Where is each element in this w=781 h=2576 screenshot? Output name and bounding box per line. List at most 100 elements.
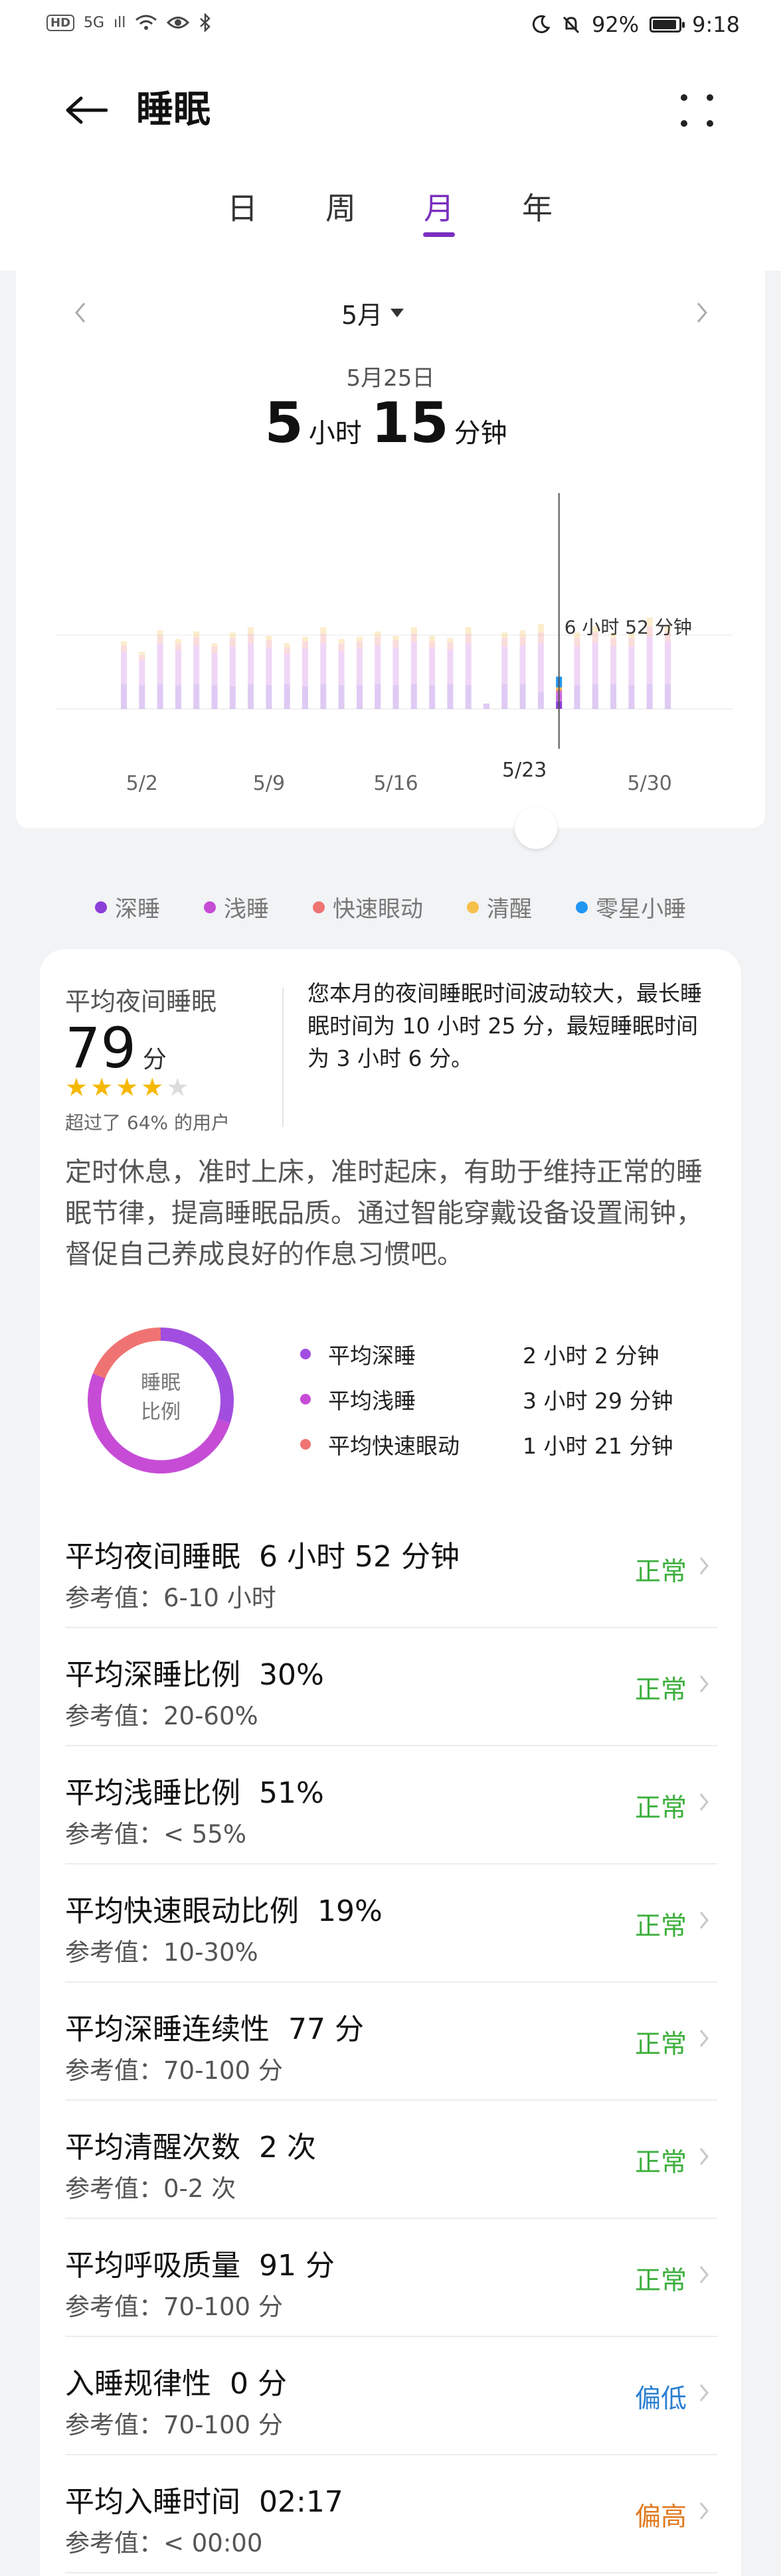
metric-title-line: 平均清醒次数 2 次 [65, 2123, 316, 2166]
star-rating: ★ ★ ★ ★ ★ [65, 1073, 189, 1102]
metric-row[interactable]: 平均深睡连续性 77 分参考值：70-100 分 正常 [65, 1983, 717, 2101]
metric-value: 6 小时 52 分钟 [259, 1540, 460, 1574]
percentile-text: 超过了 64% 的用户 [65, 1112, 230, 1134]
selected-marker-label: 5/23 [502, 759, 547, 782]
bar-segment [211, 652, 218, 686]
bar-segment [229, 686, 236, 709]
summary-description: 您本月的夜间睡眠时间波动较大，最长睡眠时间为 10 小时 25 分，最短睡眠时间… [307, 980, 702, 1071]
metric-row[interactable]: 平均快速眼动比例 19% 参考值：10-30% 正常 [65, 1864, 717, 1983]
metric-row[interactable]: 平均入睡时间 02:17 参考值：< 00:00 偏高 [65, 2455, 717, 2573]
bar-segment [248, 633, 254, 644]
more-options-icon[interactable] [675, 88, 721, 135]
dropdown-triangle-icon [390, 309, 404, 317]
bar-segment [375, 684, 381, 709]
page-title: 睡眠 [136, 88, 211, 131]
bar-segment [121, 641, 127, 646]
bar-segment [266, 635, 272, 641]
x-tick-label: 5/16 [373, 772, 418, 795]
bar-segment [537, 692, 544, 709]
metric-value: 30% [259, 1658, 324, 1692]
metric-reference: 参考值：0-2 次 [65, 2174, 236, 2203]
legend-awake: 清醒 [467, 891, 532, 923]
legend-light-sleep: 浅睡 [204, 891, 269, 923]
tab-month[interactable]: 月 [406, 185, 472, 228]
metric-row[interactable]: 平均深睡比例 30% 参考值：20-60% 正常 [65, 1628, 717, 1746]
tab-day[interactable]: 日 [209, 185, 276, 228]
chevron-right-icon [691, 2380, 717, 2406]
bar-segment [592, 642, 598, 684]
metric-row[interactable]: 平均夜间睡眠 6 小时 52 分钟 参考值：6-10 小时 正常 [65, 1510, 717, 1628]
selected-minutes: 15 [371, 390, 449, 455]
ratio-label: 平均深睡 [328, 1343, 416, 1369]
legend-dot [95, 901, 107, 913]
chevron-right-icon [691, 1907, 717, 1933]
divider [282, 988, 284, 1127]
sleep-score: 79 分 [65, 1016, 167, 1081]
legend-dot [204, 901, 216, 913]
sleep-bar-chart[interactable]: 6 小时 52 分钟 5/2 5/9 5/16 5/30 5/23 [16, 463, 765, 808]
bar-segment [447, 649, 454, 684]
metric-row[interactable]: 平均清醒次数 2 次参考值：0-2 次 正常 [65, 2101, 717, 2219]
bar-segment [519, 645, 526, 684]
bar-segment [338, 639, 345, 644]
status-left-icons: HD 5G ıll [46, 13, 212, 32]
chart-legend: 深睡 浅睡 快速眼动 清醒 零星小睡 [0, 891, 781, 923]
tab-year[interactable]: 年 [504, 185, 570, 228]
tab-active-indicator [423, 232, 455, 237]
bar-segment [121, 645, 127, 652]
ratio-row-rem: 平均快速眼动 1 小时 21 分钟 [300, 1422, 712, 1467]
previous-month-icon[interactable] [64, 296, 97, 329]
next-month-icon[interactable] [685, 296, 719, 329]
wifi-icon [135, 15, 157, 30]
ratio-row-deep: 平均深睡 2 小时 2 分钟 [300, 1331, 712, 1377]
bar-segment [646, 684, 653, 709]
metric-row[interactable]: 平均浅睡比例 51% 参考值：< 55% 正常 [65, 1746, 717, 1864]
bar-segment [356, 685, 363, 709]
legend-deep-sleep: 深睡 [95, 891, 160, 923]
bar-segment [302, 641, 308, 649]
metric-title-line: 平均深睡连续性 77 分 [65, 2005, 364, 2048]
bar-segment [229, 632, 236, 639]
legend-rem: 快速眼动 [313, 891, 423, 923]
chart-scrubber-handle[interactable] [515, 806, 557, 849]
bar-segment [410, 633, 417, 643]
hd-badge: HD [46, 14, 75, 31]
bar-segment [356, 648, 363, 686]
metric-value: 0 分 [230, 2367, 287, 2401]
bar-segment [375, 645, 381, 684]
month-selector[interactable]: 5月 [341, 295, 404, 331]
bar-segment [320, 633, 327, 644]
bar-segment [501, 646, 508, 684]
x-tick-label: 5/30 [628, 772, 672, 795]
metric-title: 平均快速眼动比例 [65, 1894, 299, 1928]
bar-segment [121, 684, 127, 709]
month-navigation: 5月 [16, 291, 765, 337]
metric-title: 平均浅睡比例 [65, 1776, 240, 1810]
metric-reference: 参考值：70-100 分 [65, 2411, 283, 2439]
score-value: 79 [65, 1016, 136, 1081]
tab-week[interactable]: 周 [307, 185, 374, 228]
bar-segment [266, 647, 272, 686]
metric-status: 正常 [634, 1912, 687, 1941]
bar-segment [501, 632, 508, 639]
bar-segment [320, 643, 327, 684]
metric-status: 正常 [634, 2148, 687, 2178]
bar-segment [338, 650, 345, 686]
bar-segment [211, 685, 218, 709]
bar-segment [447, 638, 454, 643]
ratio-label: 平均快速眼动 [328, 1433, 460, 1459]
bar-segment [429, 641, 436, 649]
metric-row[interactable]: 入睡规律性 0 分参考值：70-100 分 偏低 [65, 2337, 717, 2455]
bar-segment [175, 639, 181, 644]
star-icon: ★ [141, 1073, 164, 1102]
app-header: 睡眠 日 周 月 年 [0, 52, 781, 271]
metric-title: 平均深睡连续性 [65, 2012, 270, 2046]
back-arrow-icon[interactable] [61, 85, 112, 135]
bar-segment [157, 684, 163, 709]
eye-icon [167, 17, 190, 29]
metric-row[interactable]: 平均呼吸质量 91 分参考值：70-100 分 正常 [65, 2219, 717, 2337]
chevron-right-icon [691, 1553, 717, 1579]
bar-segment [320, 627, 327, 634]
bar-segment [392, 640, 399, 648]
bar-segment [465, 633, 472, 644]
